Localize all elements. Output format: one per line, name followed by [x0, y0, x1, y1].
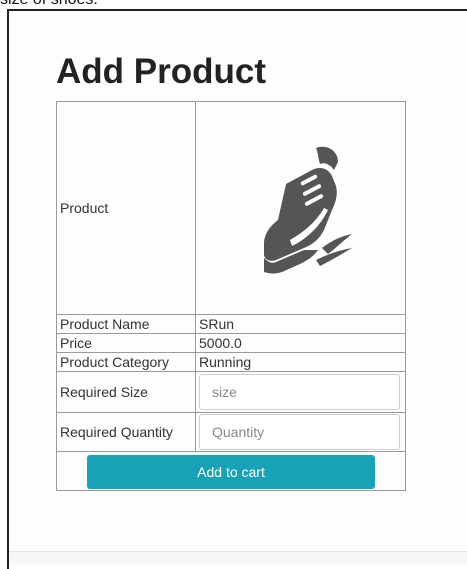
action-row: Add to cart — [56, 451, 406, 491]
size-input[interactable] — [199, 374, 400, 410]
quantity-label: Required Quantity — [56, 412, 196, 452]
price-value: 5000.0 — [195, 333, 406, 353]
quantity-row: Required Quantity — [56, 412, 406, 452]
footer-strip — [9, 551, 467, 564]
size-label: Required Size — [56, 371, 196, 413]
product-table: Product Product Name SRun Price 5000.0 P… — [56, 101, 406, 491]
price-row: Price 5000.0 — [56, 333, 406, 353]
product-name-value: SRun — [195, 314, 406, 334]
action-cell: Add to cart — [56, 451, 406, 491]
top-caption: size of shoes. — [0, 0, 200, 9]
size-cell — [195, 371, 406, 413]
price-label: Price — [56, 333, 196, 353]
quantity-input[interactable] — [199, 414, 400, 450]
product-image-row: Product — [56, 101, 406, 315]
product-name-label: Product Name — [56, 314, 196, 334]
product-image-cell — [195, 101, 406, 315]
size-row: Required Size — [56, 371, 406, 413]
category-label: Product Category — [56, 352, 196, 372]
quantity-cell — [195, 412, 406, 452]
category-value: Running — [195, 352, 406, 372]
running-shoe-icon — [263, 146, 352, 273]
category-row: Product Category Running — [56, 352, 406, 372]
product-image-label: Product — [56, 101, 196, 315]
product-name-row: Product Name SRun — [56, 314, 406, 334]
add-to-cart-button[interactable]: Add to cart — [87, 455, 375, 489]
page-title: Add Product — [56, 52, 266, 91]
